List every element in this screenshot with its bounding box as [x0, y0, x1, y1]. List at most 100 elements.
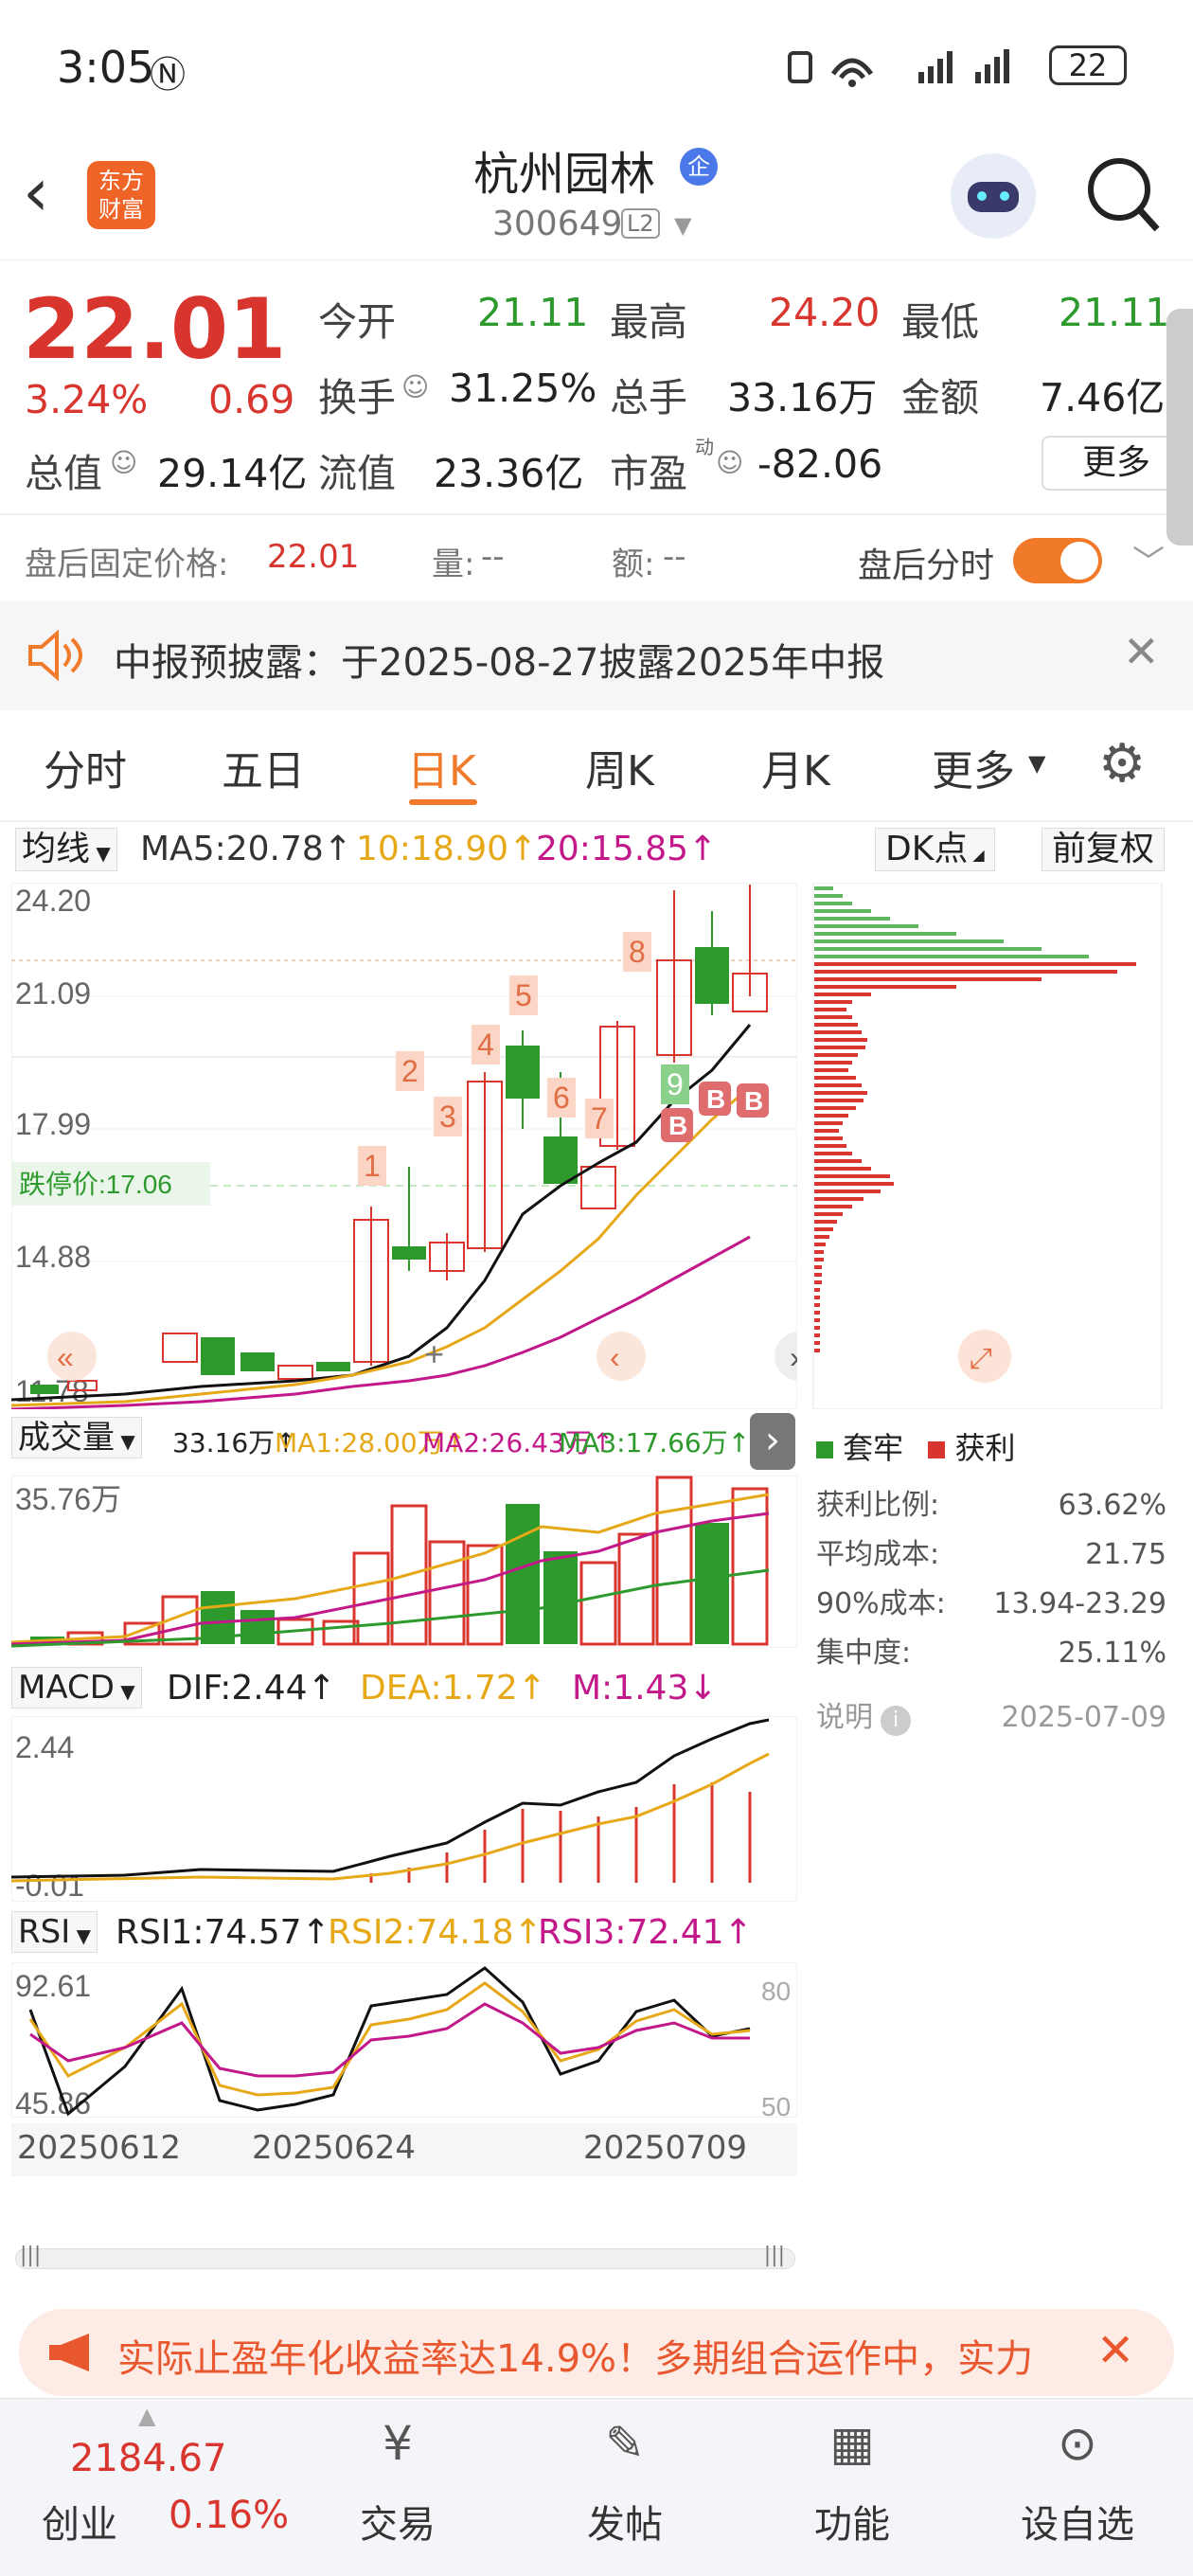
marker-2: 2: [401, 1054, 418, 1088]
logo-line1: 东方: [98, 168, 144, 194]
kline-chart[interactable]: 跌停价:17.06 24.20 21.09 17.99 14.88 11.78: [11, 883, 797, 1409]
double-left-icon[interactable]: «: [57, 1340, 74, 1374]
ma5-value: MA5:20.78↑: [140, 830, 352, 868]
more-dots-icon[interactable]: ⊙: [1040, 2416, 1115, 2478]
post-icon[interactable]: ✎: [587, 2416, 663, 2478]
stock-header: ‹ 东方 财富 杭州园林 企 300649 L2 ▼: [0, 133, 1193, 260]
info-icon[interactable]: i: [881, 1706, 911, 1736]
battery-indicator: 22: [1049, 45, 1127, 85]
close-icon[interactable]: ✕: [1123, 626, 1160, 677]
side-handle[interactable]: [1166, 309, 1193, 546]
gear-icon[interactable]: ⚙: [1098, 733, 1146, 795]
after-time-toggle[interactable]: [1013, 538, 1102, 583]
buy-marker-2: B: [706, 1084, 725, 1114]
info-icon[interactable]: ☺: [401, 371, 429, 402]
pe-superscript: 动: [695, 436, 714, 458]
nav-post[interactable]: 发帖: [568, 2494, 682, 2549]
stock-name: 杭州园林: [473, 148, 656, 201]
ma20-line: [11, 1235, 751, 1409]
ma-selector[interactable]: 均线 ▼: [15, 828, 117, 871]
robot-assistant-icon[interactable]: [951, 153, 1036, 239]
tab-monthly-k[interactable]: 月K: [761, 737, 830, 797]
dropdown-icon[interactable]: ▼: [674, 212, 691, 239]
desc-label[interactable]: 说明: [816, 1701, 873, 1734]
trade-icon[interactable]: ¥: [360, 2416, 436, 2478]
volume-chart: 35.76万: [11, 1476, 797, 1648]
back-icon[interactable]: ‹: [23, 153, 49, 231]
change-percent: 3.24%: [25, 377, 149, 422]
macd-selector[interactable]: MACD ▼: [11, 1667, 142, 1708]
marker-8: 8: [629, 935, 646, 969]
crosshair-icon[interactable]: +: [424, 1334, 444, 1373]
logo-line2: 财富: [98, 196, 144, 223]
chart-area: 均线 ▼ MA5:20.78↑ 10:18.90↑ 20:15.85↑ DK点 …: [0, 822, 1193, 2299]
collapse-panel-button[interactable]: ›: [750, 1413, 795, 1470]
volume-selector[interactable]: 成交量 ▼: [11, 1417, 142, 1458]
volume-max-label: 35.76万: [15, 1482, 121, 1516]
tab-5day[interactable]: 五日: [222, 737, 305, 797]
chevron-down-icon[interactable]: ﹀: [1132, 536, 1165, 582]
index-value[interactable]: 2184.67: [70, 2437, 226, 2480]
expand-icon[interactable]: ⤢: [970, 1343, 992, 1374]
macd-dif: DIF:2.44↑: [167, 1669, 336, 1708]
eastmoney-logo[interactable]: 东方 财富: [87, 161, 155, 229]
macd-chart: 2.44 -0.01: [11, 1716, 797, 1902]
prev-button[interactable]: [596, 1332, 646, 1381]
nav-function[interactable]: 功能: [795, 2494, 909, 2549]
bottom-nav: 2184.67 创业 0.16% ▲ ¥ 交易 ✎ 发帖 ▦ 功能 ⊙ 设自选: [0, 2398, 1193, 2576]
chip-stats: 获利比例: 63.62% 平均成本: 21.75 90%成本: 13.94-23.29…: [816, 1481, 1166, 1743]
info-icon[interactable]: ☺: [110, 447, 137, 478]
level-badge: L2: [621, 208, 660, 239]
dk-button[interactable]: DK点 ◢: [875, 828, 995, 871]
dropdown-icon[interactable]: ▼: [1028, 750, 1045, 777]
nav-trade[interactable]: 交易: [341, 2494, 454, 2549]
slider-right-handle[interactable]: |||: [764, 2244, 785, 2267]
rsi-selector-label: RSI: [18, 1913, 71, 1951]
high-value: 24.20: [769, 290, 881, 335]
marker-5: 5: [515, 978, 532, 1012]
close-icon[interactable]: ✕: [1096, 2324, 1134, 2377]
price-label-4: 14.88: [15, 1240, 91, 1274]
volume-value: 33.16万: [727, 375, 878, 420]
index-change[interactable]: 0.16%: [169, 2494, 289, 2537]
rsi-50-label: 50: [761, 2092, 791, 2118]
info-icon[interactable]: ☺: [716, 447, 743, 478]
rsi-selector[interactable]: RSI ▼: [11, 1911, 98, 1953]
pe-value: -82.06: [757, 441, 883, 487]
notice-bar[interactable]: 中报预披露：于2025-08-27披露2025年中报 ✕: [0, 601, 1193, 710]
float-value: 23.36亿: [434, 451, 584, 496]
range-slider[interactable]: ||| |||: [15, 2244, 795, 2269]
tab-weekly-k[interactable]: 周K: [585, 737, 654, 797]
tab-timeshare[interactable]: 分时: [44, 737, 127, 797]
marker-9: 9: [667, 1067, 684, 1101]
buy-marker-3: B: [744, 1086, 763, 1116]
float-label: 流值: [318, 451, 396, 496]
macd-max-label: 2.44: [15, 1730, 74, 1764]
change-value: 0.69: [208, 377, 295, 422]
mktcap-value: 29.14亿: [157, 451, 308, 496]
grid-icon[interactable]: ▦: [814, 2416, 890, 2478]
tab-daily-k[interactable]: 日K: [407, 737, 476, 797]
avg-cost-value: 21.75: [1085, 1538, 1166, 1571]
mktcap-label: 总值: [25, 451, 102, 496]
chevron-right-icon[interactable]: ›: [790, 1340, 797, 1374]
adjust-button[interactable]: 前复权: [1042, 828, 1166, 871]
macd-m: M:1.43↓: [572, 1669, 718, 1708]
index-name[interactable]: 创业: [42, 2494, 117, 2549]
rsi2-value: RSI2:74.18↑: [328, 1913, 543, 1952]
chevron-left-icon[interactable]: ‹: [610, 1340, 620, 1374]
promo-text: 实际止盈年化收益率达14.9%！多期组合运作中，实力: [117, 2337, 1034, 2381]
tab-more[interactable]: 更多: [932, 737, 1015, 797]
slider-left-handle[interactable]: |||: [20, 2244, 41, 2267]
nav-watchlist[interactable]: 设自选: [1011, 2494, 1144, 2549]
promo-banner[interactable]: 实际止盈年化收益率达14.9%！多期组合运作中，实力 ✕: [19, 2309, 1174, 2396]
turnover-value: 31.25%: [449, 366, 597, 411]
date-axis: 20250612 20250624 20250709: [11, 2123, 797, 2176]
dk-label: DK点: [885, 830, 969, 868]
stock-code: 300649: [492, 205, 623, 243]
rsi-max-label: 92.61: [15, 1969, 91, 2003]
date-mid: 20250624: [252, 2129, 417, 2167]
nfc-icon: Ⓝ: [150, 54, 187, 96]
search-icon[interactable]: [1085, 155, 1161, 235]
turnover-label: 换手: [318, 375, 396, 420]
